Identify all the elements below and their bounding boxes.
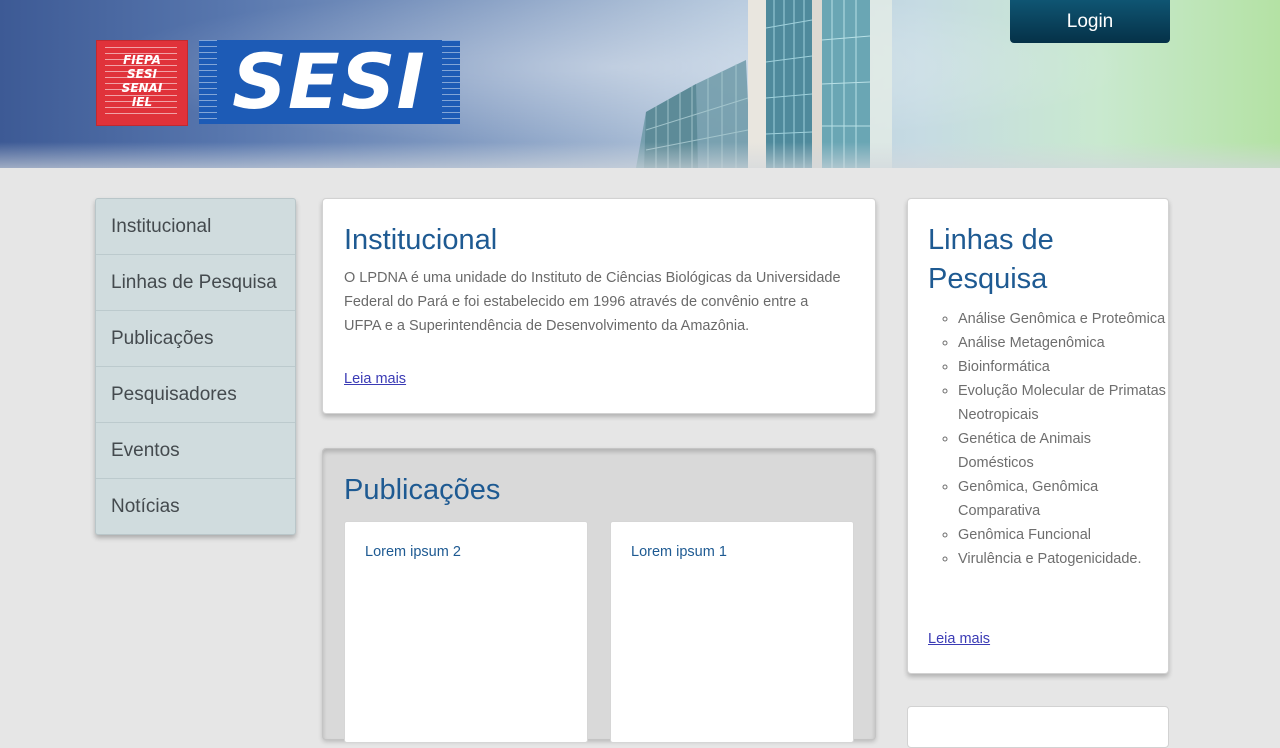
- list-item: Genômica, Genômica Comparativa: [958, 475, 1168, 523]
- next-card: [907, 706, 1169, 748]
- sesi-logo: SESI: [199, 40, 460, 124]
- publication-title[interactable]: Lorem ipsum 2: [365, 544, 461, 560]
- sidebar-item-noticias[interactable]: Notícias: [96, 479, 295, 534]
- institucional-read-more-link[interactable]: Leia mais: [344, 371, 406, 387]
- linhas-de-pesquisa-card: Linhas de Pesquisa Análise Genômica e Pr…: [907, 198, 1169, 674]
- login-button[interactable]: Login: [1010, 0, 1170, 43]
- list-item: Virulência e Patogenicidade.: [958, 547, 1168, 571]
- logo-line: IEL: [131, 95, 153, 109]
- institucional-card: Institucional O LPDNA é uma unidade do I…: [322, 198, 876, 414]
- publication-item[interactable]: Lorem ipsum 1: [610, 521, 854, 743]
- institucional-title: Institucional: [344, 224, 498, 256]
- sidebar-item-eventos[interactable]: Eventos: [96, 423, 295, 479]
- sidebar-item-pesquisadores[interactable]: Pesquisadores: [96, 367, 295, 423]
- publication-title[interactable]: Lorem ipsum 1: [631, 544, 727, 560]
- publicacoes-title: Publicações: [344, 474, 501, 506]
- sidebar-item-publicacoes[interactable]: Publicações: [96, 311, 295, 367]
- logo-line: FIEPA: [123, 53, 161, 67]
- logo-line: SENAI: [121, 81, 163, 95]
- list-item: Bioinformática: [958, 355, 1168, 379]
- list-item: Genômica Funcional: [958, 523, 1168, 547]
- list-item: Genética de Animais Domésticos: [958, 427, 1168, 475]
- publication-item[interactable]: Lorem ipsum 2: [344, 521, 588, 743]
- list-item: Análise Genômica e Proteômica: [958, 307, 1168, 331]
- institucional-text: O LPDNA é uma unidade do Instituto de Ci…: [344, 270, 841, 334]
- fiepa-logo: FIEPA SESI SENAI IEL: [96, 40, 188, 126]
- banner-bottom-fade: [0, 142, 1280, 168]
- sidebar-nav: Institucional Linhas de Pesquisa Publica…: [95, 198, 296, 535]
- linhas-read-more-link[interactable]: Leia mais: [928, 631, 990, 647]
- sesi-logo-text: SESI: [232, 37, 426, 126]
- list-item: Análise Metagenômica: [958, 331, 1168, 355]
- list-item: Evolução Molecular de Primatas Neotropic…: [958, 379, 1168, 427]
- header-banner: FIEPA SESI SENAI IEL SESI Login: [0, 0, 1280, 168]
- linhas-list: Análise Genômica e Proteômica Análise Me…: [930, 307, 1168, 571]
- logo-line: SESI: [127, 67, 157, 81]
- linhas-title: Linhas de Pesquisa: [928, 224, 1054, 295]
- publicacoes-card: Publicações Lorem ipsum 2 Lorem ipsum 1: [322, 448, 876, 743]
- sidebar-item-institucional[interactable]: Institucional: [96, 199, 295, 255]
- sidebar-item-linhas-de-pesquisa[interactable]: Linhas de Pesquisa: [96, 255, 295, 311]
